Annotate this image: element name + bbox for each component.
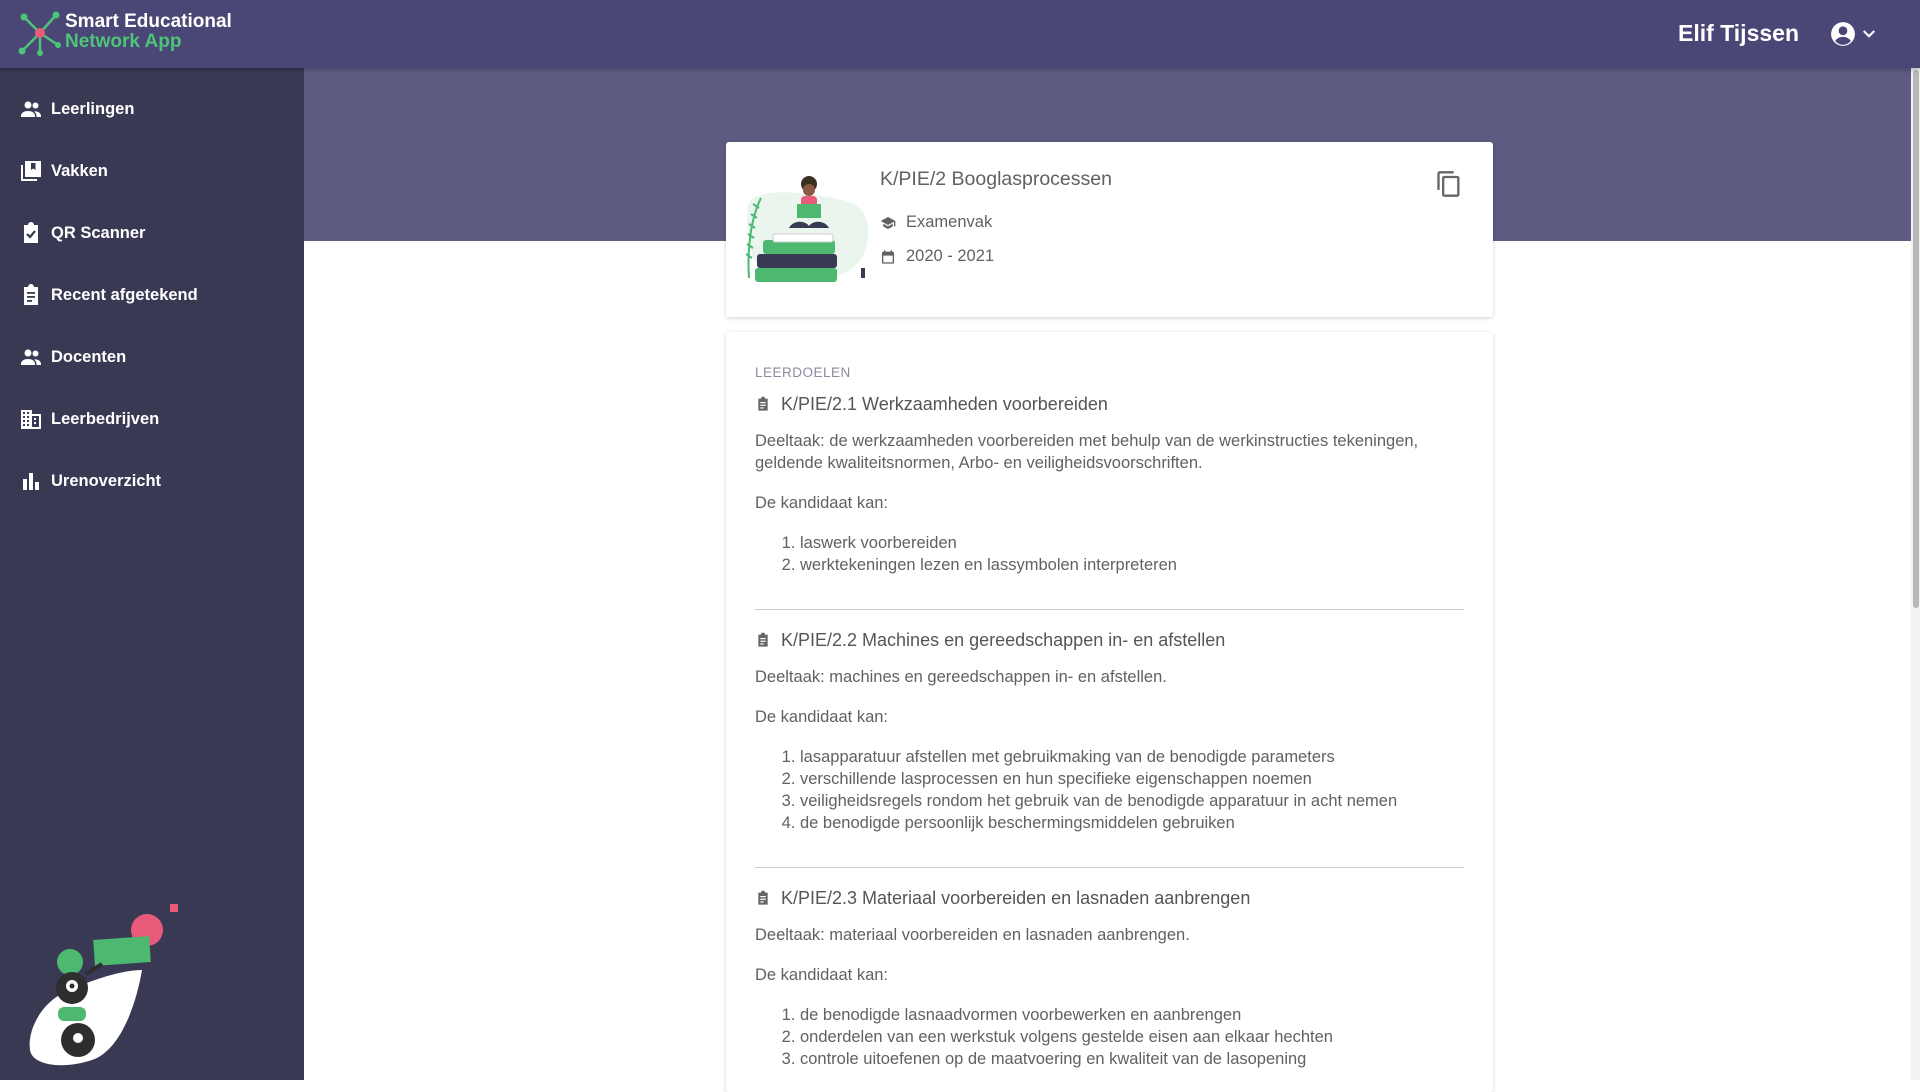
sidebar-item-label: Vakken [51,161,108,180]
network-logo-icon[interactable] [16,9,64,57]
list-item: laswerk voorbereiden [800,532,1464,554]
account-circle-icon [1831,22,1855,46]
scrollbar-thumb[interactable] [1913,70,1919,608]
brand-line-2: Network App [65,31,182,52]
goal-description: Deeltaak: materiaal voorbereiden en lasn… [755,926,1190,944]
sidebar-item-urenoverzicht[interactable]: Urenoverzicht [0,450,304,512]
section-label: LEERDOELEN [755,365,851,380]
building-icon [21,410,41,429]
goals-list: K/PIE/2.1 Werkzaamheden voorbereiden Dee… [755,392,1464,1074]
goal-title[interactable]: K/PIE/2.2 Machines en gereedschappen in-… [755,628,1464,652]
goal-intro: De kandidaat kan: [755,966,889,984]
user-name: Elif Tijssen [1677,20,1799,46]
goal-title[interactable]: K/PIE/2.3 Materiaal voorbereiden en lasn… [755,886,1464,910]
assignment-icon [758,632,768,647]
sidebar-item-label: Docenten [51,347,127,366]
goal-criteria-list: laswerk voorbereiden werktekeningen leze… [755,532,1464,576]
sidebar-item-label: Leerlingen [51,99,135,118]
list-item: lasapparatuur afstellen met gebruikmakin… [800,746,1464,768]
sidebar-item-label: QR Scanner [51,223,146,242]
goal-intro: De kandidaat kan: [755,708,889,726]
bar-chart-icon [23,473,39,490]
list-item: werktekeningen lezen en lassymbolen inte… [800,554,1464,576]
subject-year: 2020 - 2021 [880,247,994,266]
list-item: onderdelen van een werkstuk volgens gest… [800,1026,1464,1048]
goal-title-text: K/PIE/2.3 Materiaal voorbereiden en lasn… [781,887,1251,908]
list-item: de benodigde persoonlijk beschermingsmid… [800,812,1464,834]
goal-item: K/PIE/2.2 Machines en gereedschappen in-… [755,609,1464,838]
sidebar-item-vakken[interactable]: Vakken [0,140,304,202]
page-scrollbar[interactable] [1911,68,1920,1080]
school-icon [880,216,896,229]
subject-year-label: 2020 - 2021 [906,247,995,265]
library-books-icon [21,161,41,181]
goal-item: K/PIE/2.3 Materiaal voorbereiden en lasn… [755,867,1464,1074]
sidebar-item-recent-afgetekend[interactable]: Recent afgetekend [0,264,304,326]
goal-criteria-list: lasapparatuur afstellen met gebruikmakin… [755,746,1464,834]
list-item: controle uitoefenen op de maatvoering en… [800,1048,1464,1070]
goal-title-text: K/PIE/2.2 Machines en gereedschappen in-… [781,629,1226,650]
goal-description: Deeltaak: de werkzaamheden voorbereiden … [755,432,1419,472]
list-item: verschillende lasprocessen en hun specif… [800,768,1464,790]
goal-item: K/PIE/2.1 Werkzaamheden voorbereiden Dee… [755,392,1464,580]
goal-title[interactable]: K/PIE/2.1 Werkzaamheden voorbereiden [755,392,1464,416]
assignment-check-icon [24,222,38,243]
sidebar-item-docenten[interactable]: Docenten [0,326,304,388]
goal-description: Deeltaak: machines en gereedschappen in-… [755,668,1167,686]
brand-name[interactable]: Smart Educational Network App [65,12,232,52]
people-icon [21,349,41,365]
assignment-icon [758,396,768,411]
sidebar-item-leerlingen[interactable]: Leerlingen [0,78,304,140]
account-menu-button[interactable] [1830,19,1880,49]
sidebar-nav: Leerlingen Vakken QR Scanner Recent afge… [0,68,304,512]
top-bar: Smart Educational Network App Elif Tijss… [0,0,1920,68]
copy-button[interactable] [1435,170,1463,198]
goal-criteria-list: de benodigde lasnaadvormen voorbewerken … [755,1004,1464,1070]
mascot-illustration [29,904,178,1066]
calendar-icon [882,249,894,264]
goal-title-text: K/PIE/2.1 Werkzaamheden voorbereiden [781,393,1108,414]
list-item: de benodigde lasnaadvormen voorbewerken … [800,1004,1464,1026]
assignment-icon [24,284,38,305]
subject-type-label: Examenvak [906,213,993,231]
brand-line-1: Smart Educational [65,11,232,32]
copy-icon [1437,171,1460,197]
people-icon [21,101,41,117]
reading-person-illustration [745,176,869,282]
goal-intro: De kandidaat kan: [755,494,889,512]
sidebar-item-label: Urenoverzicht [51,471,162,490]
sidebar-item-leerbedrijven[interactable]: Leerbedrijven [0,388,304,450]
assignment-icon [758,890,768,905]
learning-goals-card: LEERDOELEN K/PIE/2.1 Werkzaamheden voorb… [726,332,1493,1092]
chevron-down-icon [1863,30,1875,38]
sidebar-item-qr-scanner[interactable]: QR Scanner [0,202,304,264]
list-item: veiligheidsregels rondom het gebruik van… [800,790,1464,812]
sidebar-item-label: Leerbedrijven [51,409,160,428]
subject-card: K/PIE/2 Booglasprocessen Examenvak 2020 … [726,142,1493,317]
sidebar: Leerlingen Vakken QR Scanner Recent afge… [0,68,304,1080]
subject-type: Examenvak [880,213,992,232]
sidebar-item-label: Recent afgetekend [51,285,198,304]
subject-title: K/PIE/2 Booglasprocessen [880,168,1112,190]
